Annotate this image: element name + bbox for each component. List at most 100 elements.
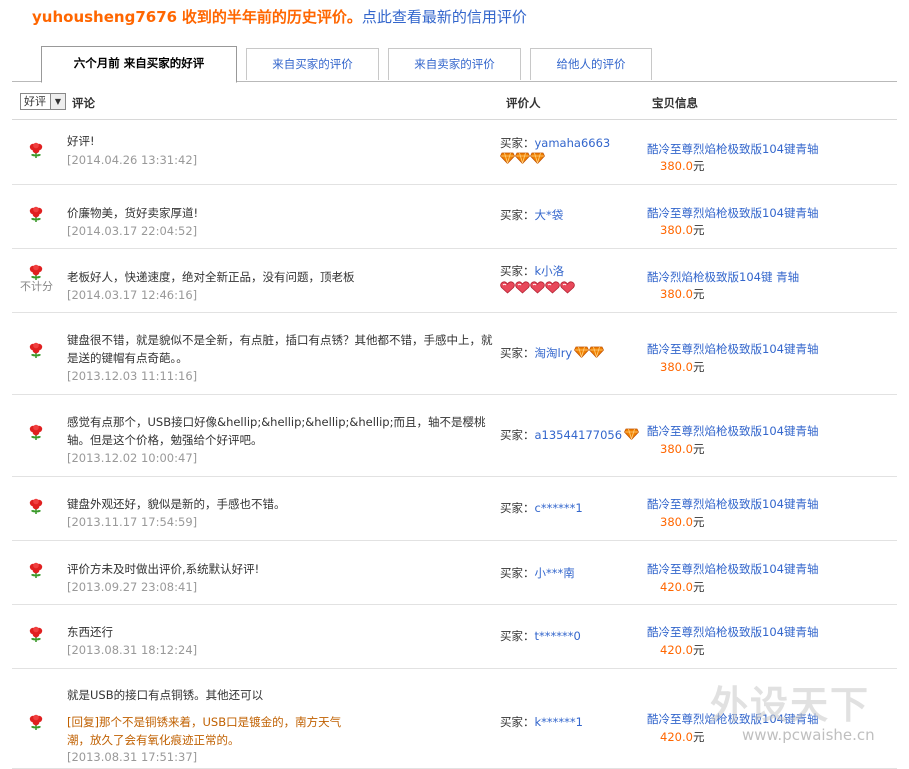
rater-nickname[interactable]: c******1 xyxy=(535,501,583,515)
rater-nickname[interactable]: a13544177056 xyxy=(535,428,623,442)
tab-given-to-others[interactable]: 给他人的评价 xyxy=(530,48,652,80)
diamond-icon xyxy=(624,428,640,443)
table-row: 键盘外观还好，貌似是新的，手感也不错。 [2013.11.17 17:54:59]… xyxy=(12,476,897,541)
diamond-rank-badges[interactable] xyxy=(624,427,640,445)
item-title: 酷冷至尊烈焰枪极致版104键青轴 xyxy=(647,422,818,440)
review-date: [2013.09.27 23:08:41] xyxy=(67,580,198,594)
price-unit: 元 xyxy=(692,643,705,657)
rater-info: 买家：大*袋 xyxy=(500,206,563,224)
heart-rank-badges[interactable] xyxy=(500,281,575,297)
diamond-icon xyxy=(589,346,605,361)
title-text: 收到的半年前的历史评价 xyxy=(181,8,347,26)
review-comment: 就是USB的接口有点铜锈。其他还可以 xyxy=(67,688,264,702)
item-title: 酷冷至尊烈焰枪极致版104键青轴 xyxy=(647,340,818,358)
price-unit: 元 xyxy=(692,360,705,374)
rater-info: 买家：yamaha6663 xyxy=(500,134,610,152)
rater-nickname[interactable]: yamaha6663 xyxy=(535,136,611,150)
rater-info: 买家：小***南 xyxy=(500,564,575,582)
price-unit: 元 xyxy=(692,223,705,237)
rater-info: 买家：k******1 xyxy=(500,713,583,731)
item-price: 380.0 xyxy=(660,515,693,529)
column-comment: 评论 xyxy=(72,96,95,110)
diamond-icon xyxy=(500,152,515,167)
item-link[interactable]: 酷冷至尊烈焰枪极致版104键青轴 xyxy=(647,712,818,726)
table-row: 价廉物美，货好卖家厚道! [2014.03.17 22:04:52] 买家：大*袋 酷… xyxy=(12,184,897,249)
table-row: 好评! [2014.04.26 13:31:42] 买家：yamaha6663 酷冷至… xyxy=(12,120,897,185)
review-date: [2013.12.03 11:11:16] xyxy=(67,369,198,383)
rater-role: 买家： xyxy=(500,208,535,222)
item-price: 420.0 xyxy=(660,730,693,744)
good-rating-flower-icon xyxy=(28,562,44,578)
table-row: 键盘很不错，就是貌似不是全新，有点脏，插口有点锈？其他都不错，手感中上，就是送的… xyxy=(12,312,897,395)
tab-six-months-buyer-good[interactable]: 六个月前 来自买家的好评 xyxy=(41,46,237,83)
rater-role: 买家： xyxy=(500,136,535,150)
good-rating-flower-icon xyxy=(28,142,44,158)
item-link[interactable]: 酷冷烈焰枪极致版104键 青轴 xyxy=(647,270,799,284)
heart-icon xyxy=(515,281,530,297)
item-link[interactable]: 酷冷至尊烈焰枪极致版104键青轴 xyxy=(647,625,818,639)
good-rating-flower-icon xyxy=(28,498,44,514)
review-comment: 好评! xyxy=(67,134,95,148)
item-link[interactable]: 酷冷至尊烈焰枪极致版104键青轴 xyxy=(647,562,818,576)
badge-line xyxy=(500,281,575,297)
diamond-rank-badges[interactable] xyxy=(574,345,605,363)
item-price-line: 380.0元 xyxy=(658,513,704,531)
rater-info: 买家：t******0 xyxy=(500,627,581,645)
item-price-line: 380.0元 xyxy=(658,358,704,376)
review-comment: 价廉物美，货好卖家厚道! xyxy=(67,206,199,220)
review-date: [2013.12.02 10:00:47] xyxy=(67,451,198,465)
review-date: [2013.08.31 17:51:37] xyxy=(67,750,198,764)
item-title: 酷冷至尊烈焰枪极致版104键青轴 xyxy=(647,710,818,728)
title-username[interactable]: yuhousheng7676 xyxy=(32,8,177,26)
diamond-icon xyxy=(515,152,530,167)
good-rating-flower-icon xyxy=(28,424,44,440)
price-unit: 元 xyxy=(692,442,705,456)
column-item-info: 宝贝信息 xyxy=(652,96,698,110)
rater-role: 买家： xyxy=(500,715,535,729)
filter-value: 好评 xyxy=(24,95,46,108)
table-row: 评价方未及时做出评价,系统默认好评! [2013.09.27 23:08:41] 买… xyxy=(12,540,897,605)
rater-info: 买家：k小洛 xyxy=(500,262,564,280)
tab-from-sellers[interactable]: 来自卖家的评价 xyxy=(388,48,521,80)
item-link[interactable]: 酷冷至尊烈焰枪极致版104键青轴 xyxy=(647,342,818,356)
seller-reply: [回复]那个不是铜锈来着，USB口是镀金的，南方天气潮，放久了会有氧化痕迹正常的… xyxy=(67,715,342,747)
item-price-line: 380.0元 xyxy=(658,221,704,239)
item-link[interactable]: 酷冷至尊烈焰枪极致版104键青轴 xyxy=(647,142,818,156)
chevron-down-icon[interactable]: ▼ xyxy=(50,94,65,109)
rater-nickname[interactable]: 淘淘lry xyxy=(535,346,573,360)
diamond-icon xyxy=(530,152,545,167)
review-date: [2014.03.17 22:04:52] xyxy=(67,224,198,238)
price-unit: 元 xyxy=(692,730,705,744)
table-row: 东西还行 [2013.08.31 18:12:24] 买家：t******0 酷冷至尊… xyxy=(12,604,897,669)
latest-rating-link[interactable]: 点此查看最新的信用评价 xyxy=(362,8,527,26)
rater-nickname[interactable]: 大*袋 xyxy=(535,208,564,222)
item-link[interactable]: 酷冷至尊烈焰枪极致版104键青轴 xyxy=(647,497,818,511)
review-comment: 老板好人，快递速度，绝对全新正品，没有问题，顶老板 xyxy=(67,270,355,284)
rater-role: 买家： xyxy=(500,501,535,515)
item-link[interactable]: 酷冷至尊烈焰枪极致版104键青轴 xyxy=(647,424,818,438)
item-price: 380.0 xyxy=(660,223,693,237)
review-comment: 键盘很不错，就是貌似不是全新，有点脏，插口有点锈？其他都不错，手感中上，就是送的… xyxy=(67,333,493,365)
item-price: 380.0 xyxy=(660,287,693,301)
good-rating-flower-icon xyxy=(28,342,44,358)
price-unit: 元 xyxy=(692,287,705,301)
rater-nickname[interactable]: k小洛 xyxy=(535,264,565,278)
review-date: [2013.08.31 18:12:24] xyxy=(67,643,198,657)
review-date: [2014.03.17 12:46:16] xyxy=(67,288,198,302)
diamond-rank-badges[interactable] xyxy=(500,152,545,167)
rater-nickname[interactable]: t******0 xyxy=(535,629,581,643)
rater-nickname[interactable]: 小***南 xyxy=(535,566,575,580)
item-title: 酷冷至尊烈焰枪极致版104键青轴 xyxy=(647,560,818,578)
item-price-line: 420.0元 xyxy=(658,728,704,746)
tab-from-buyers[interactable]: 来自买家的评价 xyxy=(246,48,379,80)
rater-role: 买家： xyxy=(500,428,535,442)
review-comment: 键盘外观还好，貌似是新的，手感也不错。 xyxy=(67,497,286,511)
rater-role: 买家： xyxy=(500,566,535,580)
heart-icon xyxy=(545,281,560,297)
item-price: 420.0 xyxy=(660,580,693,594)
rater-nickname[interactable]: k******1 xyxy=(535,715,583,729)
review-date: [2013.11.17 17:54:59] xyxy=(67,515,198,529)
rating-filter-select[interactable]: 好评 ▼ xyxy=(20,93,66,110)
table-row: 就是USB的接口有点铜锈。其他还可以 [回复]那个不是铜锈来着，USB口是镀金的，… xyxy=(12,668,897,769)
item-link[interactable]: 酷冷至尊烈焰枪极致版104键青轴 xyxy=(647,206,818,220)
